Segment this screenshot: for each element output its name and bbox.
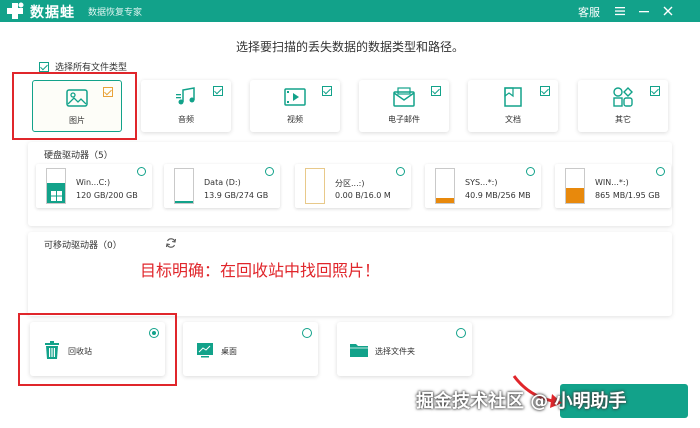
file-type-video[interactable]: 视频 xyxy=(250,80,340,132)
drive-radio[interactable] xyxy=(526,167,535,176)
file-type-checkbox[interactable] xyxy=(213,86,223,96)
document-icon xyxy=(504,87,522,107)
hard-drives-title: 硬盘驱动器（5） xyxy=(44,151,113,161)
drive-icon xyxy=(305,168,325,204)
drive-size: 120 GB/200 GB xyxy=(76,191,138,200)
highlight-box-image xyxy=(12,72,137,140)
drive-size: 13.9 GB/274 GB xyxy=(204,191,269,200)
location-select-folder[interactable]: 选择文件夹 xyxy=(337,322,472,376)
windows-icon xyxy=(51,191,62,201)
drive-name: 分区...:) xyxy=(335,179,365,188)
page-heading: 选择要扫描的丢失数据的数据类型和路径。 xyxy=(235,40,464,54)
file-type-label: 电子邮件 xyxy=(388,115,420,124)
file-type-label: 文档 xyxy=(505,115,521,124)
file-type-checkbox[interactable] xyxy=(322,86,332,96)
file-type-checkbox[interactable] xyxy=(650,86,660,96)
drive-name: Win...C:) xyxy=(76,178,111,187)
close-icon[interactable] xyxy=(659,2,677,20)
drive-name: WIN...*:) xyxy=(595,178,629,187)
drive-item[interactable]: SYS...*:) 40.9 MB/256 MB xyxy=(425,164,541,208)
drive-usage-bar xyxy=(175,201,193,203)
checkbox-icon[interactable] xyxy=(39,61,49,72)
audio-icon xyxy=(176,87,195,105)
drive-icon xyxy=(46,168,66,204)
app-name: 数据蛙 xyxy=(30,5,75,21)
file-type-label: 视频 xyxy=(287,115,303,124)
drive-name: SYS...*:) xyxy=(465,178,498,187)
other-icon xyxy=(613,87,633,107)
removable-drives-title: 可移动驱动器（0） xyxy=(44,241,122,251)
file-type-checkbox[interactable] xyxy=(431,86,441,96)
drive-item[interactable]: Data (D:) 13.9 GB/274 GB xyxy=(164,164,280,208)
location-radio[interactable] xyxy=(456,328,466,338)
watermark-text: 掘金技术社区 @ 小明助手 xyxy=(416,391,627,412)
file-type-email[interactable]: 电子邮件 xyxy=(359,80,449,132)
file-type-audio[interactable]: 音频 xyxy=(141,80,231,132)
refresh-icon[interactable] xyxy=(165,237,177,249)
minimize-icon[interactable] xyxy=(635,2,653,20)
support-link[interactable]: 客服 xyxy=(578,4,600,20)
file-type-checkbox[interactable] xyxy=(540,86,550,96)
title-bar: 数据蛙 数据恢复专家 客服 xyxy=(0,0,700,22)
drive-radio[interactable] xyxy=(265,167,274,176)
app-subtitle: 数据恢复专家 xyxy=(88,8,143,18)
drive-size: 40.9 MB/256 MB xyxy=(465,191,531,200)
highlight-box-recycle-bin xyxy=(18,313,177,386)
location-desktop[interactable]: 桌面 xyxy=(183,322,318,376)
drive-radio[interactable] xyxy=(137,167,146,176)
app-logo-icon xyxy=(7,2,24,19)
email-icon xyxy=(393,87,415,107)
location-label: 桌面 xyxy=(221,347,237,356)
drive-radio[interactable] xyxy=(396,167,405,176)
drive-radio[interactable] xyxy=(656,167,665,176)
drive-icon xyxy=(174,168,194,204)
drive-item[interactable]: Win...C:) 120 GB/200 GB xyxy=(36,164,152,208)
drive-icon xyxy=(565,168,585,204)
drive-item[interactable]: WIN...*:) 865 MB/1.95 GB xyxy=(555,164,671,208)
drive-usage-bar xyxy=(436,197,454,203)
video-icon xyxy=(284,88,306,106)
drive-icon xyxy=(435,168,455,204)
drive-size: 865 MB/1.95 GB xyxy=(595,191,660,200)
hamburger-icon[interactable] xyxy=(611,2,629,20)
file-type-label: 其它 xyxy=(615,115,631,124)
drive-item[interactable]: 分区...:) 0.00 B/16.0 M xyxy=(295,164,411,208)
desktop-icon xyxy=(197,343,213,358)
drive-size: 0.00 B/16.0 M xyxy=(335,191,391,200)
file-type-document[interactable]: 文档 xyxy=(468,80,558,132)
drive-usage-bar xyxy=(566,188,584,203)
file-type-other[interactable]: 其它 xyxy=(578,80,668,132)
file-type-label: 音频 xyxy=(178,115,194,124)
drive-name: Data (D:) xyxy=(204,178,241,187)
folder-icon xyxy=(350,344,368,357)
location-radio[interactable] xyxy=(302,328,312,338)
location-label: 选择文件夹 xyxy=(375,347,415,356)
annotation-text: 目标明确：在回收站中找回照片！ xyxy=(140,261,381,280)
